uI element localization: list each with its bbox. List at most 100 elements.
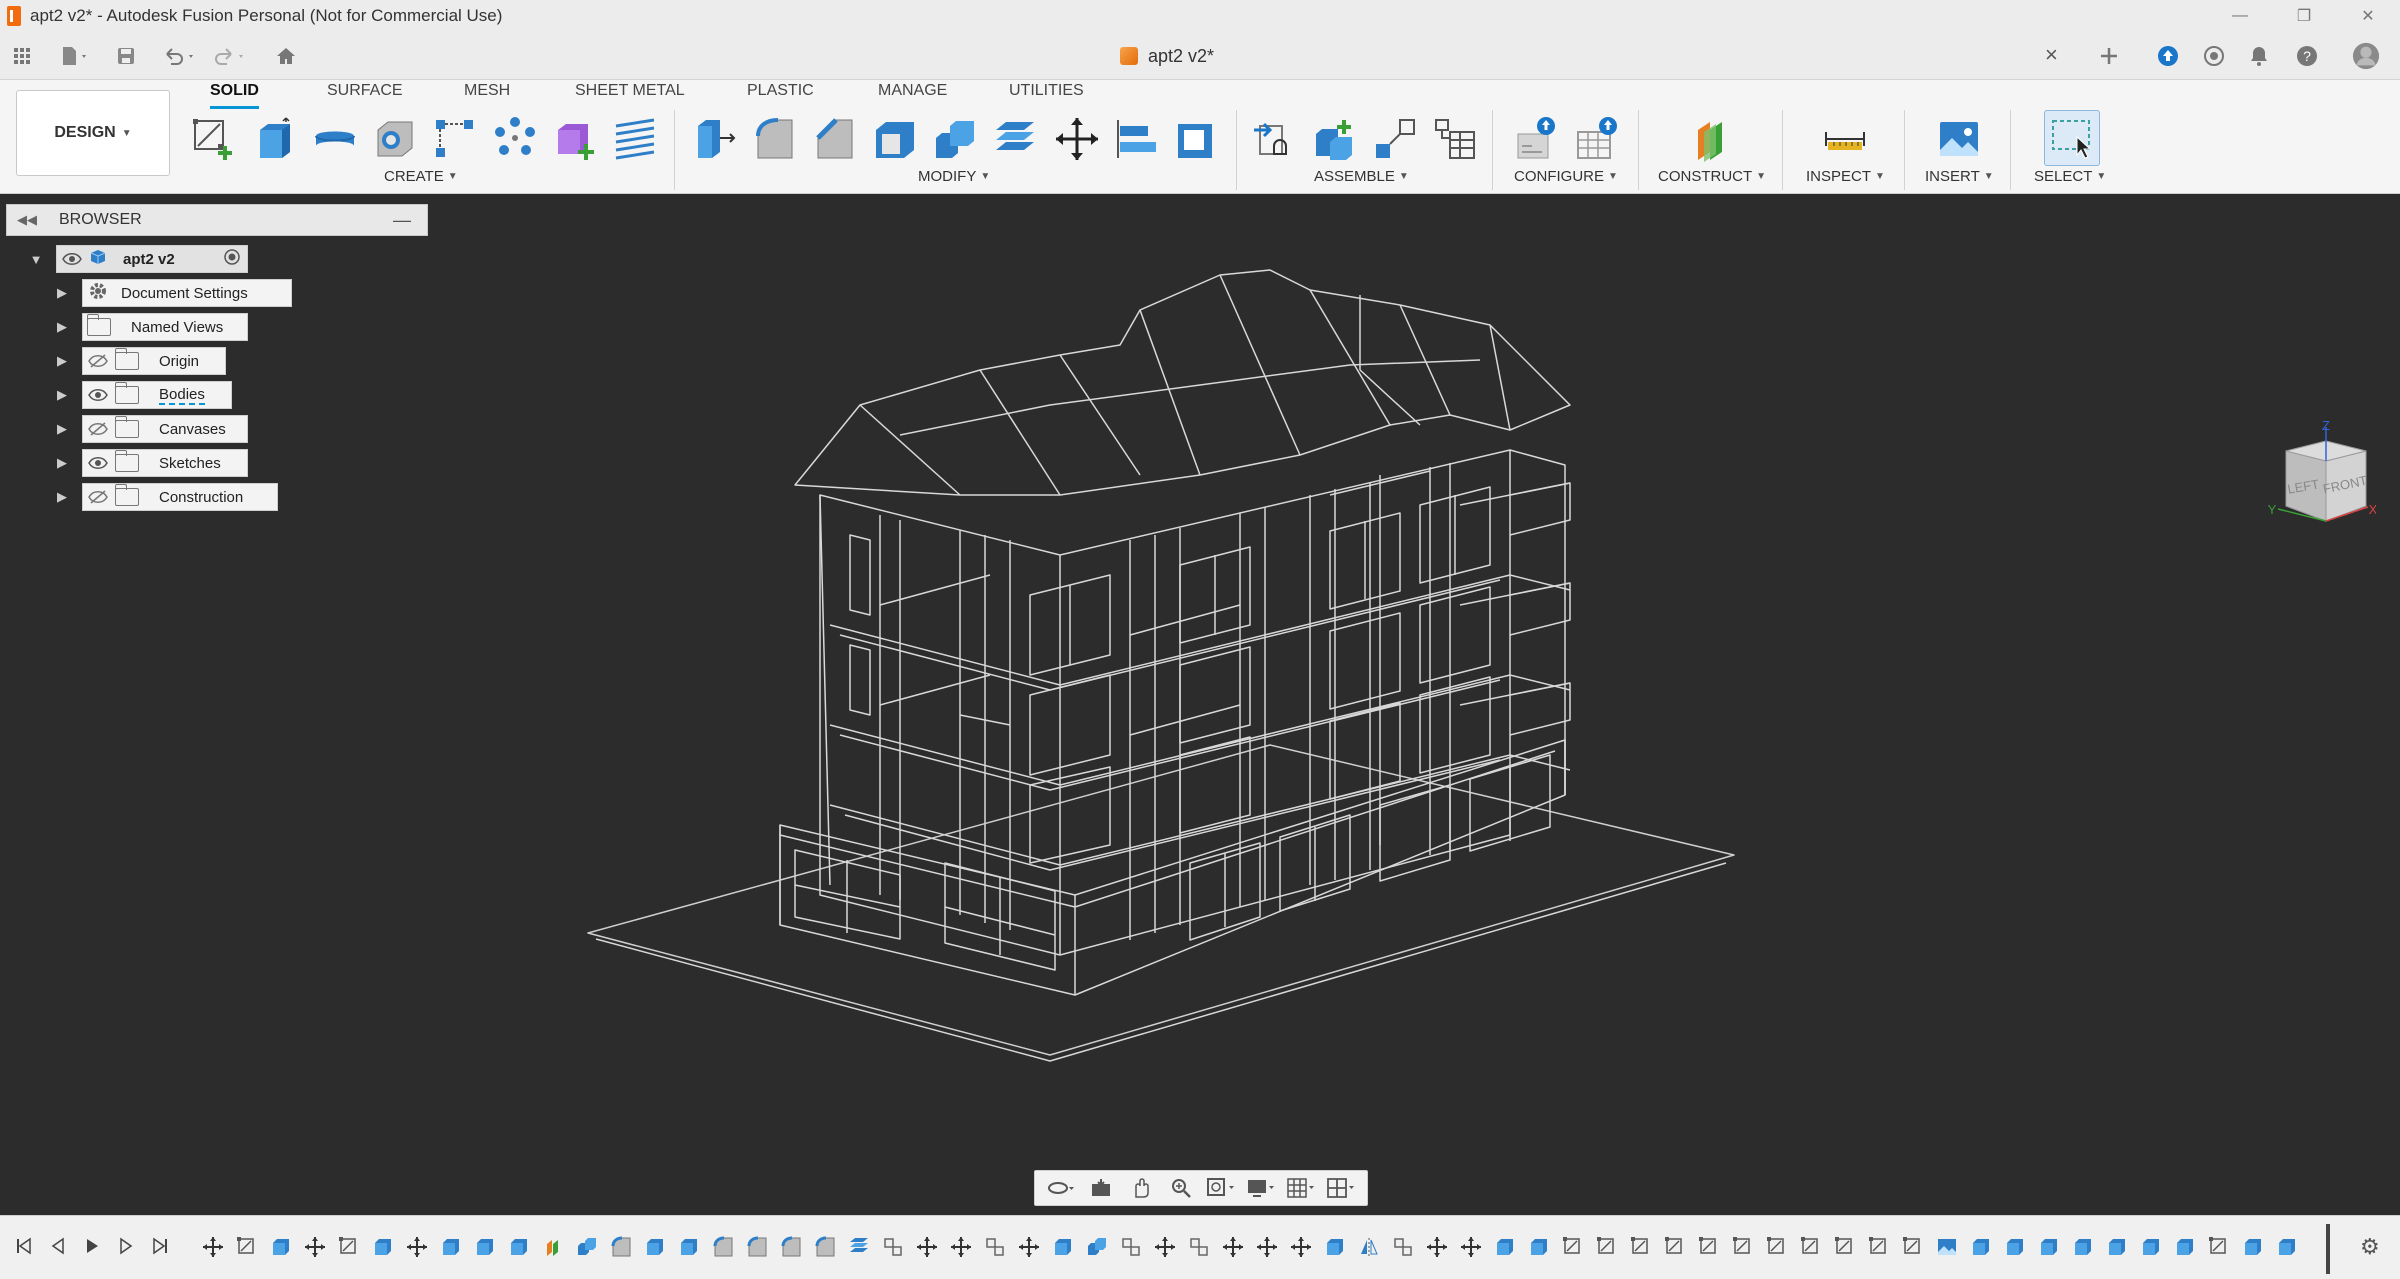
chevron-right-icon[interactable]: ▶ — [52, 449, 72, 477]
timeline-align-feature-icon[interactable] — [1182, 1234, 1216, 1260]
tree-item-document-settings[interactable]: Document Settings — [82, 279, 292, 307]
timeline-extrude-feature-icon[interactable] — [638, 1234, 672, 1260]
configure-group-menu[interactable]: CONFIGURE ▼ — [1514, 168, 1618, 185]
collapse-panel-icon[interactable]: ◀◀ — [17, 212, 37, 228]
timeline-sketch-feature-icon[interactable] — [1556, 1234, 1590, 1260]
tree-item-named-views[interactable]: Named Views — [82, 313, 248, 341]
timeline-move-feature-icon[interactable] — [1454, 1234, 1488, 1260]
offset-plane-icon[interactable] — [1688, 114, 1738, 164]
modify-group-menu[interactable]: MODIFY ▼ — [918, 168, 990, 185]
chevron-right-icon[interactable]: ▶ — [52, 279, 72, 307]
timeline-sketch-feature-icon[interactable] — [1658, 1234, 1692, 1260]
select-window-icon[interactable] — [2044, 110, 2100, 166]
new-component-icon[interactable] — [1250, 114, 1300, 164]
timeline-extrude-feature-icon[interactable] — [1522, 1234, 1556, 1260]
timeline-sketch-feature-icon[interactable] — [1624, 1234, 1658, 1260]
timeline-extrude-feature-icon[interactable] — [2236, 1234, 2270, 1260]
timeline-sketch-feature-icon[interactable] — [2202, 1234, 2236, 1260]
timeline-extrude-feature-icon[interactable] — [672, 1234, 706, 1260]
tree-root-apt2[interactable]: apt2 v2 — [56, 245, 248, 273]
timeline-mirror-feature-icon[interactable] — [1352, 1234, 1386, 1260]
tab-plastic[interactable]: PLASTIC — [747, 82, 814, 106]
clock-icon[interactable] — [2200, 42, 2228, 70]
timeline-extrude-feature-icon[interactable] — [2032, 1234, 2066, 1260]
go-to-start-icon[interactable] — [12, 1234, 36, 1258]
timeline-image-feature-icon[interactable] — [1930, 1234, 1964, 1260]
as-built-joint-icon[interactable] — [1370, 114, 1420, 164]
chevron-right-icon[interactable]: ▶ — [52, 313, 72, 341]
timeline-fillet-feature-icon[interactable] — [740, 1234, 774, 1260]
combine-icon[interactable] — [930, 114, 980, 164]
plus-icon[interactable] — [2095, 42, 2123, 70]
shell-icon[interactable] — [870, 114, 920, 164]
hole-icon[interactable] — [370, 114, 420, 164]
timeline-move-feature-icon[interactable] — [1250, 1234, 1284, 1260]
timeline-align-feature-icon[interactable] — [1114, 1234, 1148, 1260]
undo-icon[interactable] — [160, 42, 200, 70]
inspect-group-menu[interactable]: INSPECT ▼ — [1806, 168, 1885, 185]
press-pull-icon[interactable] — [690, 114, 740, 164]
timeline-extrude-feature-icon[interactable] — [2066, 1234, 2100, 1260]
timeline-extrude-feature-icon[interactable] — [434, 1234, 468, 1260]
tab-solid[interactable]: SOLID — [210, 82, 259, 109]
timeline-sketch-feature-icon[interactable] — [1828, 1234, 1862, 1260]
joint-icon[interactable] — [1310, 114, 1360, 164]
create-group-menu[interactable]: CREATE ▼ — [384, 168, 458, 185]
configure-icon[interactable] — [1512, 114, 1562, 164]
insert-image-icon[interactable] — [1934, 114, 1984, 164]
chamfer-icon[interactable] — [810, 114, 860, 164]
tab-sheet-metal[interactable]: SHEET METAL — [575, 82, 685, 106]
timeline-sketch-feature-icon[interactable] — [1590, 1234, 1624, 1260]
timeline-extrude-feature-icon[interactable] — [1998, 1234, 2032, 1260]
tab-manage[interactable]: MANAGE — [878, 82, 947, 106]
gear-icon[interactable]: ⚙ — [2360, 1234, 2380, 1260]
grid-icon[interactable] — [1284, 1174, 1318, 1202]
tree-item-origin[interactable]: Origin — [82, 347, 226, 375]
timeline-move-feature-icon[interactable] — [944, 1234, 978, 1260]
timeline-move-feature-icon[interactable] — [400, 1234, 434, 1260]
timeline-move-feature-icon[interactable] — [1284, 1234, 1318, 1260]
rectangular-pattern-icon[interactable] — [430, 114, 480, 164]
timeline-extrude-feature-icon[interactable] — [2100, 1234, 2134, 1260]
timeline-fillet-feature-icon[interactable] — [774, 1234, 808, 1260]
timeline-extrude-feature-icon[interactable] — [2134, 1234, 2168, 1260]
orbit-icon[interactable] — [1044, 1174, 1078, 1202]
tab-utilities[interactable]: UTILITIES — [1009, 82, 1084, 106]
file-icon[interactable] — [54, 42, 96, 70]
go-to-end-icon[interactable] — [148, 1234, 172, 1258]
timeline-sketch-feature-icon[interactable] — [1692, 1234, 1726, 1260]
timeline-extrude-feature-icon[interactable] — [468, 1234, 502, 1260]
timeline-marker[interactable] — [2326, 1224, 2330, 1274]
fit-icon[interactable] — [1204, 1174, 1238, 1202]
timeline-fillet-feature-icon[interactable] — [706, 1234, 740, 1260]
timeline-align-feature-icon[interactable] — [1386, 1234, 1420, 1260]
construct-group-menu[interactable]: CONSTRUCT ▼ — [1658, 168, 1766, 185]
timeline-sketch-feature-icon[interactable] — [1794, 1234, 1828, 1260]
extrude-icon[interactable] — [250, 114, 300, 164]
eye-icon[interactable] — [61, 250, 83, 268]
configuration-table-icon[interactable] — [1572, 114, 1622, 164]
timeline-move-feature-icon[interactable] — [1148, 1234, 1182, 1260]
look-at-icon[interactable] — [1084, 1174, 1118, 1202]
timeline-move-feature-icon[interactable] — [196, 1234, 230, 1260]
save-icon[interactable] — [112, 42, 140, 70]
timeline-combine-feature-icon[interactable] — [1080, 1234, 1114, 1260]
timeline-offset-feature-icon[interactable] — [842, 1234, 876, 1260]
chevron-right-icon[interactable]: ▶ — [52, 381, 72, 409]
redo-icon[interactable] — [210, 42, 250, 70]
chevron-down-icon[interactable]: ▼ — [26, 245, 46, 273]
timeline-move-feature-icon[interactable] — [1216, 1234, 1250, 1260]
chevron-right-icon[interactable]: ▶ — [52, 347, 72, 375]
select-group-menu[interactable]: SELECT ▼ — [2034, 168, 2106, 185]
create-sketch-icon[interactable] — [188, 114, 238, 164]
play-icon[interactable] — [80, 1234, 104, 1258]
zoom-icon[interactable] — [1164, 1174, 1198, 1202]
tree-item-bodies[interactable]: Bodies — [82, 381, 232, 409]
activate-radio-icon[interactable] — [223, 248, 241, 270]
fillet-icon[interactable] — [750, 114, 800, 164]
close-icon[interactable]: ✕ — [2336, 0, 2400, 32]
eye-icon[interactable] — [87, 386, 109, 404]
pan-icon[interactable] — [1124, 1174, 1158, 1202]
display-settings-icon[interactable] — [1244, 1174, 1278, 1202]
timeline-move-feature-icon[interactable] — [298, 1234, 332, 1260]
